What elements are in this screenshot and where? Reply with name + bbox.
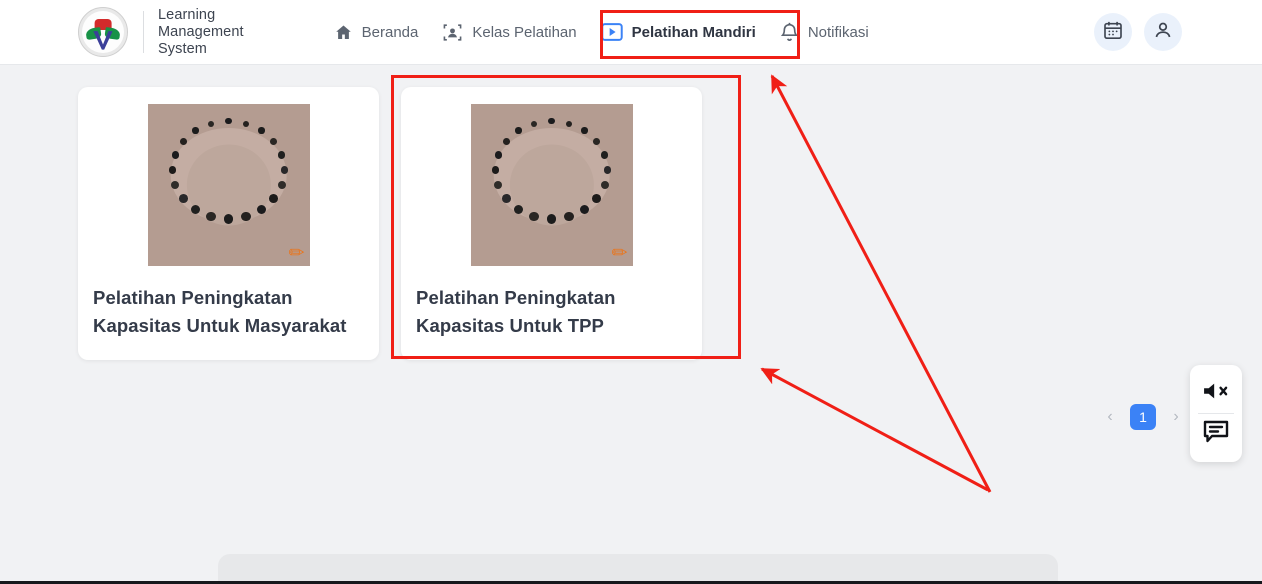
floating-action-widget <box>1190 365 1242 462</box>
course-thumbnail: ✏ <box>470 104 633 266</box>
header-actions <box>1094 13 1182 51</box>
figure <box>168 181 183 190</box>
pencil-emoji: ✏ <box>611 243 628 264</box>
brand-divider <box>143 11 144 53</box>
figure <box>274 181 289 190</box>
footer-panel <box>218 554 1058 584</box>
figure <box>498 194 514 204</box>
figure <box>529 120 540 127</box>
app-header: Learning Management System Beranda Kelas… <box>0 0 1262 65</box>
figure <box>220 214 237 224</box>
figure <box>563 120 574 127</box>
speaker-mute-icon <box>1202 380 1230 407</box>
figure <box>576 205 593 215</box>
figure <box>543 214 560 224</box>
figure <box>190 127 202 134</box>
brand-title: Learning Management System <box>158 7 244 58</box>
chat-bubble-icon <box>1202 419 1230 450</box>
chevron-left-icon[interactable]: ‹ <box>1099 404 1121 430</box>
play-video-icon <box>600 23 623 41</box>
calendar-icon <box>1103 20 1123 45</box>
page-content: ✏ Pelatihan Peningkatan Kapasitas Untuk … <box>0 65 1262 584</box>
nav-label-beranda: Beranda <box>361 23 419 41</box>
page-number-1[interactable]: 1 <box>1130 404 1156 430</box>
figure <box>600 166 614 175</box>
pagination: ‹ 1 › <box>1099 404 1187 430</box>
figure <box>256 127 268 134</box>
figure <box>240 120 251 127</box>
nav-item-pelatihan-mandiri[interactable]: Pelatihan Mandiri <box>589 15 768 49</box>
card-pelatihan-masyarakat[interactable]: ✏ Pelatihan Peningkatan Kapasitas Untuk … <box>78 87 379 360</box>
figure <box>203 211 220 222</box>
mute-button[interactable] <box>1190 373 1242 413</box>
figure <box>275 151 288 159</box>
brand-line-1: Learning <box>158 6 216 23</box>
user-card-icon <box>442 23 463 42</box>
course-thumbnail: ✏ <box>147 104 310 266</box>
figure <box>526 211 543 222</box>
figure <box>253 205 270 215</box>
figure <box>206 120 217 127</box>
course-title: Pelatihan Peningkatan Kapasitas Untuk Ma… <box>93 287 347 336</box>
course-title: Pelatihan Peningkatan Kapasitas Untuk TP… <box>416 287 616 336</box>
person-icon <box>1153 20 1173 45</box>
calendar-button[interactable] <box>1094 13 1132 51</box>
figure <box>277 166 291 175</box>
brand-line-3: System <box>158 40 207 57</box>
main-navigation: Beranda Kelas Pelatihan Pelatihan Mandir… <box>322 14 881 50</box>
nav-item-notifikasi[interactable]: Notifikasi <box>768 14 881 50</box>
nav-label-notifikasi: Notifikasi <box>807 23 869 41</box>
pencil-emoji: ✏ <box>288 243 305 264</box>
figure <box>500 138 512 145</box>
chevron-right-icon[interactable]: › <box>1165 404 1187 430</box>
lms-emblem-icon <box>78 7 128 57</box>
figure <box>491 181 506 190</box>
figure <box>266 194 282 204</box>
nav-label-kelas-pelatihan: Kelas Pelatihan <box>472 23 577 41</box>
figure <box>510 205 527 215</box>
course-card-grid: ✏ Pelatihan Peningkatan Kapasitas Untuk … <box>78 87 702 360</box>
figure <box>579 127 591 134</box>
figure <box>187 205 204 215</box>
figure <box>546 118 557 125</box>
figure <box>560 211 577 222</box>
card-pelatihan-tpp[interactable]: ✏ Pelatihan Peningkatan Kapasitas Untuk … <box>401 87 702 360</box>
figure <box>268 138 280 145</box>
figure <box>488 166 502 175</box>
figure <box>513 127 525 134</box>
figure <box>165 166 179 175</box>
nav-label-pelatihan-mandiri: Pelatihan Mandiri <box>631 23 756 41</box>
nav-item-beranda[interactable]: Beranda <box>322 15 431 50</box>
figure <box>589 194 605 204</box>
nav-item-kelas-pelatihan[interactable]: Kelas Pelatihan <box>430 15 588 50</box>
brand-line-2: Management <box>158 23 244 40</box>
bell-icon <box>780 22 799 42</box>
figure <box>492 151 505 159</box>
figure <box>177 138 189 145</box>
figure <box>169 151 182 159</box>
figure <box>597 181 612 190</box>
profile-button[interactable] <box>1144 13 1182 51</box>
figure <box>175 194 191 204</box>
brand-logo-area[interactable]: Learning Management System <box>78 6 244 58</box>
home-icon <box>334 23 353 42</box>
figure <box>237 211 254 222</box>
figure <box>223 118 234 125</box>
figure <box>598 151 611 159</box>
figure <box>591 138 603 145</box>
chat-button[interactable] <box>1190 414 1242 454</box>
